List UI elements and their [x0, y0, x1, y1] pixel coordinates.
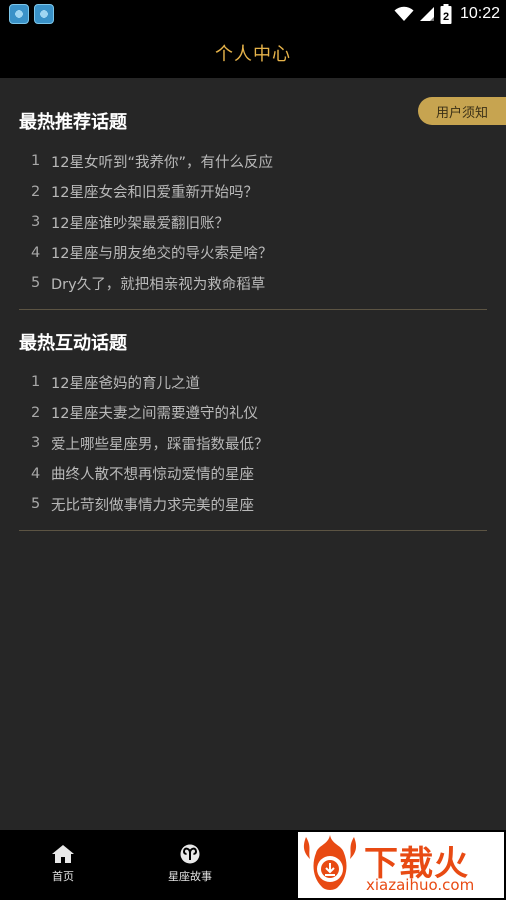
topic-title: 爱上哪些星座男，踩雷指数最低？ — [51, 436, 269, 453]
hot-topics-section: 最热推荐话题 1 12星女听到“我养你”，有什么反应 2 12星座女会和旧爱重新开始… — [19, 108, 487, 310]
wifi-icon — [394, 6, 414, 21]
list-item[interactable]: 4 曲终人散不想再惊动爱情的星座 — [19, 459, 487, 490]
section-title: 最热互动话题 — [19, 333, 127, 354]
title-bar: 个人中心 — [0, 28, 506, 78]
clock: 10:22 — [459, 5, 500, 22]
list-item[interactable]: 4 12星座与朋友绝交的导火索是啥？ — [19, 238, 487, 269]
aries-icon — [180, 844, 200, 864]
topic-number: 5 — [31, 275, 41, 292]
status-bar: 2 10:22 — [0, 0, 506, 28]
topic-number: 2 — [31, 183, 41, 200]
topic-number: 4 — [31, 465, 41, 482]
topic-title: 12星座夫妻之间需要遵守的礼仪 — [51, 406, 258, 423]
topic-title: Dry久了，就把相亲视为救命稻草 — [51, 276, 266, 293]
topic-number: 3 — [31, 435, 41, 452]
list-item[interactable]: 2 12星座女会和旧爱重新开始吗？ — [19, 177, 487, 208]
topic-list: 1 12星座爸妈的育儿之道 2 12星座夫妻之间需要遵守的礼仪 3 爱上哪些星座男，踩… — [19, 367, 487, 520]
topic-title: 12星座与朋友绝交的导火索是啥？ — [51, 246, 273, 263]
divider — [19, 529, 487, 531]
tab-home[interactable]: 首页 — [23, 844, 103, 884]
status-indicators: 2 10:22 — [394, 3, 500, 25]
topic-number: 3 — [31, 214, 41, 231]
home-icon — [52, 845, 74, 863]
battery-level: 2 — [443, 11, 449, 23]
tab-label: 首页 — [52, 870, 74, 883]
app-notification-icon — [9, 4, 29, 24]
topic-title: 无比苛刻做事情力求完美的星座 — [51, 497, 254, 514]
topic-number: 5 — [31, 496, 41, 513]
flame-logo-icon — [303, 835, 357, 890]
topic-number: 4 — [31, 244, 41, 261]
divider — [19, 308, 487, 310]
topic-title: 12星座爸妈的育儿之道 — [51, 375, 200, 392]
list-item[interactable]: 3 爱上哪些星座男，踩雷指数最低？ — [19, 428, 487, 459]
topic-number: 1 — [31, 374, 41, 391]
topic-number: 2 — [31, 404, 41, 421]
topic-title: 12星女听到“我养你”，有什么反应 — [51, 154, 273, 171]
topic-title: 12星座谁吵架最爱翻旧账？ — [51, 215, 229, 232]
tab-constellation-story[interactable]: 星座故事 — [150, 844, 230, 884]
app-notification-icon — [34, 4, 54, 24]
page-title: 个人中心 — [215, 44, 291, 65]
topic-list: 1 12星女听到“我养你”，有什么反应 2 12星座女会和旧爱重新开始吗？ 3 12星… — [19, 146, 487, 299]
topic-title: 12星座女会和旧爱重新开始吗？ — [51, 185, 258, 202]
main-content: 用户须知 最热推荐话题 1 12星女听到“我养你”，有什么反应 2 12星座女会和旧… — [0, 78, 506, 830]
watermark-url: xiazaihuo.com — [366, 876, 475, 894]
list-item[interactable]: 5 Dry久了，就把相亲视为救命稻草 — [19, 268, 487, 299]
topic-title: 曲终人散不想再惊动爱情的星座 — [51, 467, 254, 484]
battery-icon: 2 — [440, 4, 452, 24]
section-title: 最热推荐话题 — [19, 112, 127, 133]
list-item[interactable]: 5 无比苛刻做事情力求完美的星座 — [19, 489, 487, 520]
list-item[interactable]: 3 12星座谁吵架最爱翻旧账？ — [19, 207, 487, 238]
watermark-logo: 下载火 xiazaihuo.com — [298, 832, 504, 898]
tab-label: 星座故事 — [168, 870, 212, 883]
list-item[interactable]: 2 12星座夫妻之间需要遵守的礼仪 — [19, 398, 487, 429]
interactive-topics-section: 最热互动话题 1 12星座爸妈的育儿之道 2 12星座夫妻之间需要遵守的礼仪 3 爱上… — [19, 329, 487, 531]
list-item[interactable]: 1 12星女听到“我养你”，有什么反应 — [19, 146, 487, 177]
topic-number: 1 — [31, 153, 41, 170]
list-item[interactable]: 1 12星座爸妈的育儿之道 — [19, 367, 487, 398]
signal-icon — [419, 7, 434, 21]
